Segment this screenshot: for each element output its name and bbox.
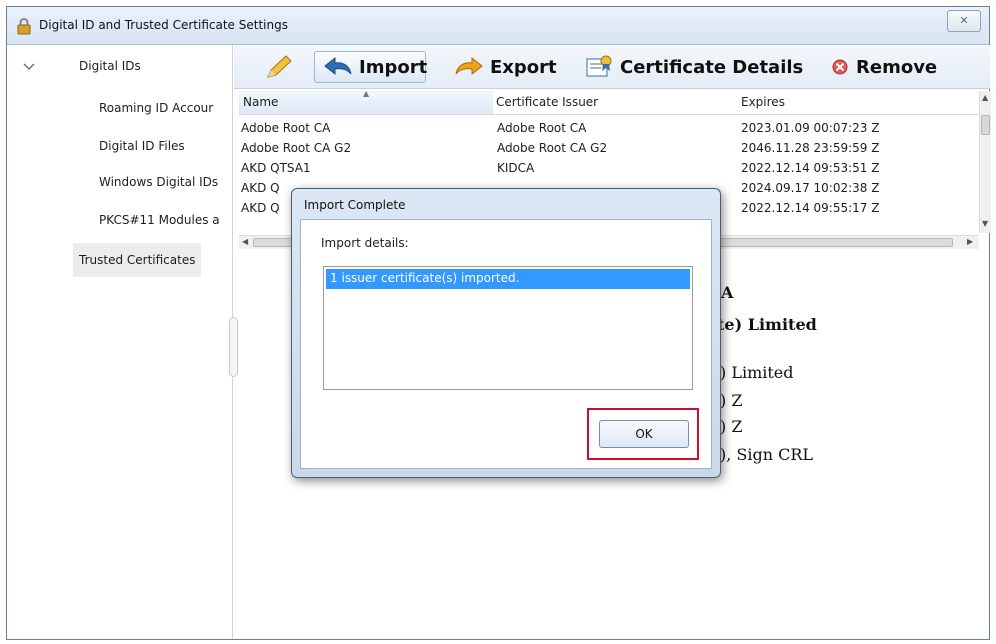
export-arrow-icon [455,56,483,76]
import-label: Import [359,56,428,78]
list-item[interactable]: 1 issuer certificate(s) imported. [326,269,690,289]
remove-icon [832,59,848,75]
dialog-body: Import details: 1 issuer certificate(s) … [300,219,712,469]
scroll-thumb[interactable] [981,115,990,135]
import-button[interactable]: Import [314,51,428,83]
remove-label: Remove [856,56,938,78]
column-header-name[interactable]: Name ▲ [239,89,493,114]
import-details-label: Import details: [321,236,409,250]
chevron-down-icon[interactable] [23,63,35,73]
sidebar-item-roaming-id[interactable]: Roaming ID Accour [99,101,213,115]
detail-line: ) Z [720,417,743,436]
import-arrow-icon [324,56,352,76]
title-bar: Digital ID and Trusted Certificate Setti… [7,7,989,45]
certificate-details-label: Certificate Details [620,56,804,78]
detail-line: A [721,283,734,302]
detail-line: ) Limited [720,363,794,382]
detail-line: ), Sign CRL [720,445,814,464]
lock-icon [17,18,31,35]
export-button[interactable]: Export [446,51,565,83]
pane-splitter[interactable] [229,317,238,377]
sidebar-item-digital-id-files[interactable]: Digital ID Files [99,139,185,153]
sidebar: Digital IDs Roaming ID Accour Digital ID… [7,45,233,639]
sidebar-item-windows-digital-ids[interactable]: Windows Digital IDs [99,175,218,189]
import-complete-dialog: Import Complete Import details: 1 issuer… [291,188,721,478]
scroll-right-icon[interactable]: ▶ [967,237,973,246]
table-row[interactable]: Adobe Root CA Adobe Root CA 2023.01.09 0… [239,119,979,139]
table-row[interactable]: AKD QTSA1 KIDCA 2022.12.14 09:53:51 Z [239,159,979,179]
certificate-icon [586,55,612,77]
close-button[interactable]: ✕ [947,10,981,32]
pencil-icon [267,55,292,78]
remove-button[interactable]: Remove [822,51,945,83]
column-header-expires[interactable]: Expires [741,95,785,109]
sidebar-item-digital-ids[interactable]: Digital IDs [79,59,141,73]
table-vertical-scrollbar[interactable]: ▲ ▼ [979,91,991,233]
column-header-issuer[interactable]: Certificate Issuer [496,95,598,109]
table-row[interactable]: Adobe Root CA G2 Adobe Root CA G2 2046.1… [239,139,979,159]
detail-line: ) Z [720,391,743,410]
sidebar-item-pkcs11-modules[interactable]: PKCS#11 Modules a [99,213,220,227]
certificate-details-button[interactable]: Certificate Details [576,51,811,83]
ok-button[interactable]: OK [599,420,689,448]
edit-button[interactable] [256,51,302,83]
export-label: Export [490,56,557,78]
dialog-title: Import Complete [304,198,406,212]
sort-caret-icon: ▲ [363,89,370,98]
sidebar-item-trusted-certificates[interactable]: Trusted Certificates [73,243,202,277]
scroll-down-icon[interactable]: ▼ [982,219,988,228]
scroll-up-icon[interactable]: ▲ [982,93,988,102]
table-header: Name ▲ Certificate Issuer Expires [239,89,979,115]
import-details-list[interactable]: 1 issuer certificate(s) imported. [323,266,693,390]
toolbar: Import Export Certificate Details Remove [234,45,990,89]
scroll-left-icon[interactable]: ◀ [242,237,248,246]
detail-line: te) Limited [717,315,817,334]
window-title: Digital ID and Trusted Certificate Setti… [39,18,288,32]
